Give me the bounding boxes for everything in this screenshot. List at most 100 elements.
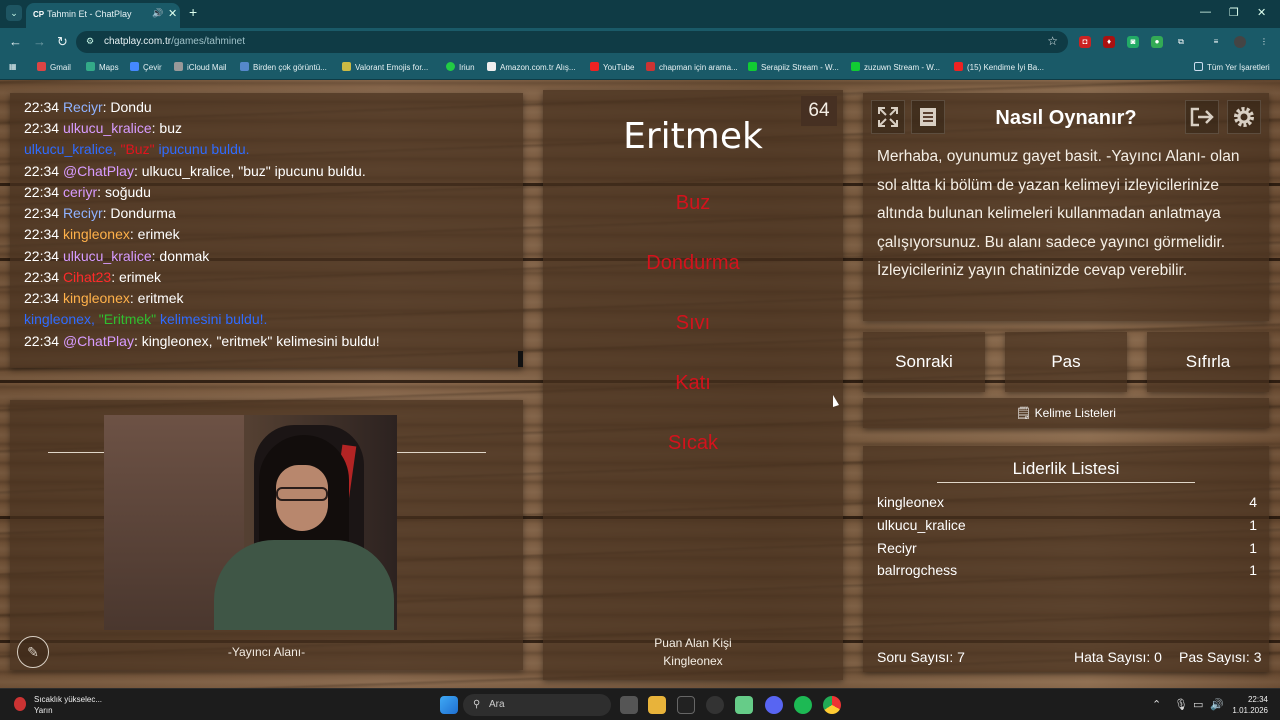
bookmark-chapman[interactable]: chapman için arama... (646, 62, 738, 72)
extension-icon[interactable]: ◘ (1079, 36, 1091, 48)
task-view-icon[interactable] (620, 696, 638, 714)
taboo-word: Dondurma (646, 252, 740, 274)
how-to-play-text: Merhaba, oyunumuz gayet basit. -Yayıncı … (877, 148, 1240, 279)
how-to-play-panel: Nasıl Oynanır? Merhaba, oyunumuz gayet b… (863, 93, 1269, 321)
favicon-icon: CP (33, 10, 45, 19)
bookmarks-bar: ▦ Gmail Maps Çevir iCloud Mail Birden ço… (0, 56, 1280, 80)
url-text: chatplay.com.tr/games/tahminet (104, 36, 245, 47)
chat-message: 22:34 Reciyr: Dondurma (24, 205, 176, 221)
site-info-icon[interactable]: ⚙ (86, 36, 94, 47)
app-icon[interactable] (735, 696, 753, 714)
scorer-name: Kingleonex (663, 654, 723, 668)
question-count: Soru Sayısı: 7 (877, 649, 965, 665)
obs-icon[interactable] (706, 696, 724, 714)
chat-panel: 22:34 Reciyr: Dondu 22:34 ulkucu_kralice… (10, 93, 523, 368)
spotify-icon[interactable] (794, 696, 812, 714)
mouse-cursor (833, 395, 839, 407)
divider (937, 482, 1195, 483)
browser-tab[interactable]: CP Tahmin Et - ChatPlay 🔊 ✕ (26, 3, 180, 28)
tray-chevron-icon[interactable]: ⌃ (1152, 698, 1161, 711)
tab-title: Tahmin Et - ChatPlay (47, 9, 132, 19)
all-bookmarks[interactable]: Tüm Yer İşaretleri (1194, 62, 1270, 72)
search-placeholder: Ara (489, 699, 505, 710)
weather-widget[interactable]: Sıcaklık yükselec... Yarın (14, 694, 102, 716)
minimize-icon[interactable]: — (1200, 6, 1211, 18)
tab-search-icon[interactable]: ⌄ (6, 5, 22, 21)
bookmark-maps[interactable]: Maps (86, 62, 119, 72)
bookmark-iriun[interactable]: Iriun (446, 62, 475, 72)
next-button[interactable]: Sonraki (863, 332, 985, 392)
bookmark-star-icon[interactable]: ☆ (1047, 34, 1058, 48)
leaderboard-panel: Liderlik Listesi kingleonex 4 ulkucu_kral… (863, 446, 1269, 672)
settings-gear-icon[interactable] (1227, 100, 1261, 134)
game-page: 22:34 Reciyr: Dondu 22:34 ulkucu_kralice… (0, 80, 1280, 688)
new-tab-icon[interactable]: + (189, 4, 197, 20)
app-icon[interactable] (677, 696, 695, 714)
chat-message: 22:34 @ChatPlay: ulkucu_kralice, "buz" i… (24, 163, 366, 179)
leaderboard-title: Liderlik Listesi (1012, 459, 1120, 478)
file-explorer-icon[interactable] (648, 696, 666, 714)
error-count: Hata Sayısı: 0 (1074, 649, 1162, 665)
word-lists-button[interactable]: 🗒 Kelime Listeleri (863, 398, 1269, 428)
apps-grid-icon[interactable]: ▦ (9, 62, 17, 71)
exit-icon[interactable] (1185, 100, 1219, 134)
chat-message: 22:34 ulkucu_kralice: buz (24, 120, 183, 136)
speaker-icon[interactable]: 🔊 (152, 8, 163, 19)
bookmark-youtube[interactable]: YouTube (590, 62, 634, 72)
bookmark-cevir[interactable]: Çevir (130, 62, 162, 72)
streamer-area-label: -Yayıncı Alanı- (227, 645, 306, 659)
leaderboard-row: balrrogchess 1 (877, 562, 1257, 578)
notepad-icon: 🗒 (1016, 406, 1032, 420)
pass-button[interactable]: Pas (1005, 332, 1127, 392)
media-controls-icon[interactable]: ≡ (1210, 36, 1222, 48)
menu-icon[interactable]: ⋮ (1258, 36, 1270, 48)
chat-message: 22:34 kingleonex: eritmek (24, 290, 184, 306)
reload-icon[interactable]: ↻ (57, 34, 68, 50)
browser-tab-bar: ⌄ CP Tahmin Et - ChatPlay 🔊 ✕ + — ❐ ✕ (0, 0, 1280, 28)
start-icon[interactable] (440, 696, 458, 714)
chat-message: 22:34 kingleonex: erimek (24, 226, 180, 242)
bookmark-icloud[interactable]: iCloud Mail (174, 62, 227, 72)
network-icon[interactable]: ▭ (1193, 698, 1203, 711)
microphone-icon[interactable]: 🎙 (1174, 698, 1188, 711)
chat-system-hint: ulkucu_kralice, "Buz" ipucunu buldu. (24, 141, 250, 157)
clock[interactable]: 22:34 1.01.2026 (1232, 694, 1268, 716)
bookmark-zuzuwn[interactable]: zuzuwn Stream - W... (851, 62, 940, 72)
profile-avatar-icon[interactable] (1234, 36, 1246, 48)
close-window-icon[interactable]: ✕ (1257, 6, 1266, 19)
extension-icon[interactable]: ● (1151, 36, 1163, 48)
chat-message: 22:34 Reciyr: Dondu (24, 99, 152, 115)
extension-icon[interactable]: ♦ (1103, 36, 1115, 48)
bookmark-images[interactable]: Birden çok görüntü... (240, 62, 327, 72)
bookmark-amazon[interactable]: Amazon.com.tr Alış... (487, 62, 576, 72)
extension-icon[interactable]: ◙ (1127, 36, 1139, 48)
discord-icon[interactable] (765, 696, 783, 714)
taboo-word: Katı (675, 372, 711, 394)
pen-icon[interactable]: ✎ (17, 636, 49, 668)
back-icon[interactable]: ← (9, 34, 22, 49)
pass-count: Pas Sayısı: 3 (1179, 649, 1262, 665)
leaderboard-row: Reciyr 1 (877, 540, 1257, 556)
leaderboard-row: ulkucu_kralice 1 (877, 517, 1257, 533)
bookmark-kendime[interactable]: (15) Kendime İyi Ba... (954, 62, 1044, 72)
restore-icon[interactable]: ❐ (1229, 6, 1239, 19)
volume-icon[interactable]: 🔊 (1210, 698, 1224, 711)
bookmark-gmail[interactable]: Gmail (37, 62, 71, 72)
taskbar-search[interactable]: ⚲ Ara (463, 694, 611, 716)
close-tab-icon[interactable]: ✕ (168, 7, 177, 20)
bookmark-valorant[interactable]: Valorant Emojis for... (342, 62, 428, 72)
chat-message: 22:34 ceriyr: soğudu (24, 184, 151, 200)
webcam-video (104, 415, 397, 630)
address-bar[interactable]: ⚙ chatplay.com.tr/games/tahminet ☆ (76, 31, 1068, 53)
chat-scrollbar[interactable] (518, 351, 523, 367)
chat-message: 22:34 Cihat23: erimek (24, 269, 161, 285)
streamer-area: -Yayıncı Alanı- ✎ (10, 400, 523, 670)
chrome-icon[interactable] (823, 696, 841, 714)
reset-button[interactable]: Sıfırla (1147, 332, 1269, 392)
forward-icon[interactable]: → (33, 34, 46, 49)
word-card: 64 Eritmek Buz Dondurma Sıvı Katı Sıcak … (543, 90, 843, 680)
taboo-word: Buz (675, 192, 711, 214)
bookmark-serapiiz[interactable]: Serapiiz Stream - W... (748, 62, 839, 72)
chat-message: 22:34 ulkucu_kralice: donmak (24, 248, 210, 264)
extensions-puzzle-icon[interactable]: ⧉ (1175, 36, 1187, 48)
